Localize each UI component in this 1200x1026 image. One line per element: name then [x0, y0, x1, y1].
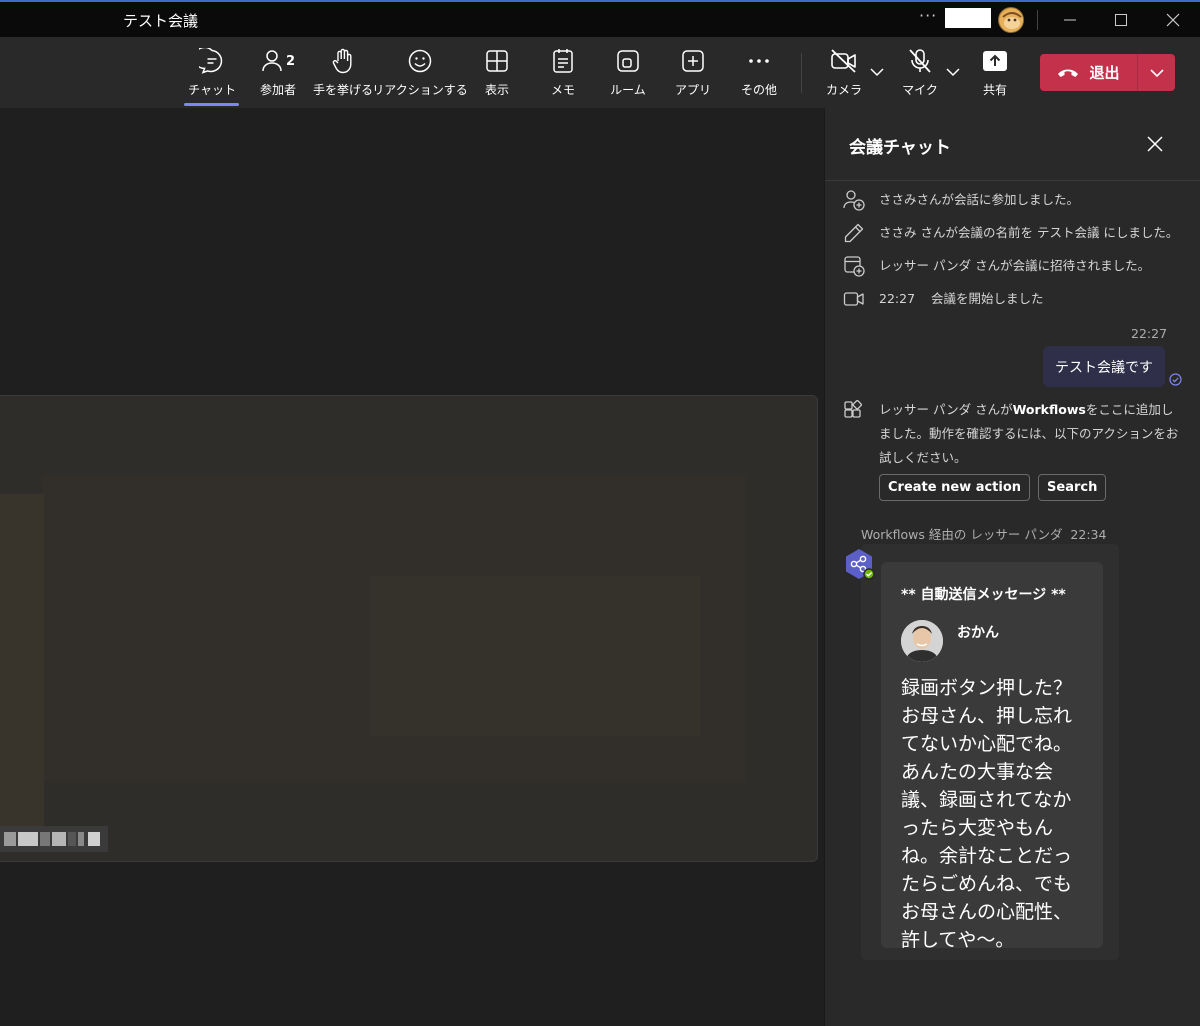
pencil-icon — [843, 222, 865, 244]
mic-off-icon — [907, 47, 933, 75]
calendar-add-icon — [843, 255, 865, 277]
more-dots-icon — [747, 47, 771, 75]
notes-button[interactable]: メモ — [548, 47, 578, 103]
maximize-icon[interactable] — [1107, 8, 1135, 32]
camera-off-icon — [830, 47, 858, 75]
camera-label: カメラ — [826, 83, 863, 97]
camera-button[interactable]: カメラ — [826, 47, 862, 103]
rooms-label: ルーム — [610, 83, 646, 97]
more-options-icon[interactable]: ··· — [919, 6, 937, 25]
bot-message-meta: Workflows 経由の レッサー パンダ 22:34 — [861, 524, 1106, 543]
card-sender-name: おかん — [957, 625, 999, 641]
meeting-stage — [0, 108, 824, 1026]
leave-main[interactable]: 退出 — [1040, 54, 1138, 91]
system-message: ささみさんが会話に参加しました。 — [843, 189, 1079, 211]
bot-message-sender: Workflows 経由の レッサー パンダ — [861, 527, 1063, 542]
grid-view-icon — [485, 47, 509, 75]
system-message: 22:27 会議を開始しました — [843, 288, 1044, 310]
title-separator — [1037, 10, 1038, 30]
chat-label: チャット — [188, 83, 236, 97]
window-title: テスト会議 — [123, 12, 199, 30]
view-button[interactable]: 表示 — [480, 47, 514, 103]
card-header: ** 自動送信メッセージ ** — [901, 587, 1066, 603]
reactions-button[interactable]: リアクションする — [372, 47, 468, 103]
bot-message-time: 22:34 — [1070, 527, 1107, 542]
people-icon — [262, 50, 282, 72]
leave-options-chevron-icon[interactable] — [1138, 68, 1175, 78]
chat-panel-title: 会議チャット — [849, 138, 951, 158]
raise-hand-label: 手を挙げる — [313, 83, 374, 97]
meeting-toolbar: チャット 2 参加者 手を挙げる リアクションする 表示 メモ ルーム アプリ … — [0, 37, 1200, 108]
minimize-icon[interactable] — [1056, 8, 1084, 32]
read-receipt-icon — [1169, 373, 1182, 386]
system-message-time: 22:27 — [879, 291, 916, 306]
smiley-icon — [407, 47, 433, 75]
add-app-icon — [681, 47, 705, 75]
system-message: ささみ さんが会議の名前を テスト会議 にしました。 — [843, 222, 1178, 244]
workflow-actions: Create new action Search — [879, 474, 1107, 501]
video-feed-shade — [370, 576, 700, 736]
chat-icon — [199, 47, 225, 75]
more-button[interactable]: その他 — [738, 47, 780, 103]
workflow-notice-text: レッサー パンダ さんがWorkflowsをここに追加しました。動作を確認するに… — [879, 398, 1179, 470]
system-message-text: 22:27 会議を開始しました — [879, 288, 1044, 310]
workflow-notice-bold: Workflows — [1012, 402, 1086, 417]
hang-up-icon — [1058, 69, 1079, 77]
system-message: レッサー パンダ さんが会議に招待されました。 — [843, 255, 1150, 277]
title-bar: テスト会議 ··· — [0, 0, 1200, 37]
adaptive-card: ** 自動送信メッセージ ** おかん 録画ボタン押した？お母さん、押し忘れてな… — [881, 562, 1103, 951]
meeting-chat-panel: 会議チャット ささみさんが会話に参加しました。 ささみ さんが会議の名前を テス… — [824, 108, 1200, 1026]
notes-label: メモ — [550, 83, 575, 97]
redacted-block — [945, 8, 991, 28]
system-message-text: ささみさんが会話に参加しました。 — [879, 192, 1080, 207]
apps-icon — [843, 400, 865, 422]
my-message-bubble[interactable]: テスト会議です — [1043, 346, 1165, 387]
view-label: 表示 — [484, 83, 509, 97]
reactions-label: リアクションする — [372, 83, 468, 97]
sender-avatar — [901, 620, 943, 662]
workflow-notice-prefix: レッサー パンダ さんが — [879, 402, 1013, 417]
rooms-button[interactable]: ルーム — [610, 47, 646, 103]
participant-name-plate-redacted — [0, 826, 108, 852]
mic-options-chevron-icon[interactable] — [946, 67, 960, 77]
close-window-icon[interactable] — [1159, 8, 1187, 32]
share-screen-icon — [982, 47, 1008, 75]
search-action-button[interactable]: Search — [1038, 474, 1107, 501]
video-icon — [843, 288, 865, 310]
user-avatar[interactable] — [998, 7, 1024, 33]
toolbar-divider — [801, 53, 802, 93]
person-add-icon — [843, 189, 865, 211]
chat-header-divider — [825, 180, 1200, 181]
bot-message-bubble[interactable]: ** 自動送信メッセージ ** おかん 録画ボタン押した？お母さん、押し忘れてな… — [861, 544, 1119, 960]
participants-button[interactable]: 2 参加者 — [256, 47, 300, 103]
close-chat-icon[interactable] — [1147, 136, 1163, 152]
notes-icon — [552, 47, 574, 75]
raise-hand-button[interactable]: 手を挙げる — [313, 47, 374, 103]
leave-button[interactable]: 退出 — [1040, 54, 1175, 91]
camera-options-chevron-icon[interactable] — [870, 67, 884, 77]
participant-video-tile[interactable] — [0, 395, 818, 862]
create-new-action-button[interactable]: Create new action — [879, 474, 1031, 501]
system-message-body: 会議を開始しました — [931, 291, 1044, 306]
hand-icon — [331, 47, 355, 75]
system-message-text: レッサー パンダ さんが会議に招待されました。 — [879, 258, 1151, 273]
system-message-text: ささみ さんが会議の名前を テスト会議 にしました。 — [879, 225, 1179, 240]
apps-button[interactable]: アプリ — [675, 47, 712, 103]
more-label: その他 — [740, 83, 777, 97]
card-body-text: 録画ボタン押した？お母さん、押し忘れてないか心配でね。あんたの大事な会議、録画さ… — [901, 677, 1073, 951]
workflows-bot-avatar — [843, 548, 875, 580]
participants-count: 2 — [285, 53, 296, 69]
participants-label: 参加者 — [259, 83, 296, 97]
rooms-icon — [616, 47, 640, 75]
mic-button[interactable]: マイク — [902, 47, 938, 103]
my-message-time: 22:27 — [1131, 326, 1168, 341]
chat-button[interactable]: チャット — [188, 47, 236, 103]
active-tab-indicator — [184, 103, 239, 106]
apps-label: アプリ — [675, 83, 712, 97]
share-button[interactable]: 共有 — [980, 47, 1010, 103]
video-feed-shade — [0, 494, 44, 834]
share-label: 共有 — [982, 83, 1007, 97]
leave-label: 退出 — [1089, 64, 1120, 82]
mic-label: マイク — [902, 83, 938, 97]
